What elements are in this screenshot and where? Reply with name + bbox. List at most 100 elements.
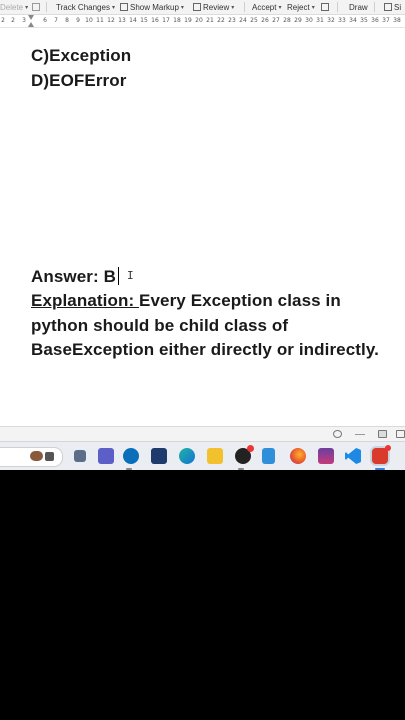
chevron-down-icon: ▾ (180, 4, 184, 11)
ruler-tick: 7 (54, 17, 58, 24)
print-layout-icon[interactable] (378, 430, 387, 438)
option-c: C)Exception (31, 46, 132, 65)
accept-button[interactable]: Accept ▾ (252, 1, 281, 13)
track-changes-label: Track Changes (56, 2, 110, 12)
simplified-button[interactable]: Si (384, 1, 401, 13)
explanation-line-1: Explanation: Every Exception class in (31, 291, 341, 311)
ruler-tick: 23 (228, 17, 236, 24)
ruler-tick: 13 (118, 17, 126, 24)
ruler-tick: 2 (11, 17, 15, 24)
notepad-icon[interactable] (262, 448, 275, 464)
accept-label: Accept (252, 2, 277, 12)
ruler-tick: 15 (140, 17, 148, 24)
ruler-tick: 6 (43, 17, 47, 24)
ruler-tick: 30 (305, 17, 313, 24)
store-icon[interactable] (151, 448, 167, 464)
review-label: Review (203, 2, 230, 12)
word-application-window: Delete ▾ Track Changes ▾ Show Markup ▾ Revi… (0, 0, 405, 471)
vscode-icon[interactable] (345, 448, 361, 464)
widget-icon (45, 452, 54, 461)
ruler-tick: 20 (195, 17, 203, 24)
obs-icon[interactable] (235, 445, 254, 464)
ruler-tick: 33 (338, 17, 346, 24)
chevron-down-icon: ▾ (311, 4, 315, 11)
ruler-tick: 29 (294, 17, 302, 24)
ruler-tick: 38 (393, 17, 401, 24)
explanation-line-3: BaseException either directly or indirec… (31, 340, 379, 359)
ruler-tick: 16 (151, 17, 159, 24)
simplify-icon (384, 3, 392, 11)
draw-button[interactable]: Draw (349, 1, 368, 13)
explanation-text-1: Every Exception class in (139, 291, 341, 310)
ruler-tick: 9 (76, 17, 80, 24)
delete-button[interactable]: Delete ▾ (0, 1, 28, 13)
ruler-tick: 2 (1, 17, 5, 24)
explanation-label: Explanation: (31, 291, 140, 310)
ruler-tick: 24 (239, 17, 247, 24)
web-layout-icon[interactable] (396, 430, 405, 438)
ruler-tick: 35 (360, 17, 368, 24)
folder-icon[interactable] (207, 448, 223, 464)
delete-label: Delete (0, 2, 24, 12)
ruler-tick: 22 (217, 17, 225, 24)
ruler-tick: 8 (65, 17, 69, 24)
search-box[interactable] (0, 447, 63, 467)
review-button[interactable]: Review ▾ (193, 1, 234, 13)
ruler-tick: 14 (129, 17, 137, 24)
ruler-tick: 18 (173, 17, 181, 24)
draw-label: Draw (349, 2, 368, 12)
review-pane-icon (193, 3, 201, 11)
review-ribbon: Delete ▾ Track Changes ▾ Show Markup ▾ Revi… (0, 0, 405, 15)
text-cursor (117, 267, 119, 285)
comment-icon[interactable] (32, 1, 40, 13)
comment-tool-icon[interactable] (321, 1, 329, 13)
ruler-tick: 25 (250, 17, 258, 24)
ruler-tick: 26 (261, 17, 269, 24)
ruler-tick: 28 (283, 17, 291, 24)
ruler-tick: 31 (316, 17, 324, 24)
ruler-tick: 37 (382, 17, 390, 24)
markup-icon (120, 3, 128, 11)
chevron-down-icon: ▾ (25, 4, 29, 11)
ruler-tick: 21 (206, 17, 214, 24)
ibeam-cursor-icon: I (127, 269, 134, 282)
status-bar (0, 426, 405, 442)
ruler-tick: 27 (272, 17, 280, 24)
file-manager-icon[interactable] (74, 450, 86, 462)
edge-icon[interactable] (179, 448, 195, 464)
answer-text: Answer: B (31, 267, 116, 286)
bread-icon (30, 451, 43, 461)
dell-icon[interactable] (123, 448, 139, 464)
ruler-tick: 10 (85, 17, 93, 24)
ruler-tick: 19 (184, 17, 192, 24)
ruler-tick: 36 (371, 17, 379, 24)
divider (355, 434, 365, 435)
ruler-tick: 32 (327, 17, 335, 24)
reject-button[interactable]: Reject ▾ (287, 1, 315, 13)
show-markup-button[interactable]: Show Markup ▾ (120, 1, 184, 13)
chevron-down-icon: ▾ (111, 4, 115, 11)
document-page[interactable]: C)Exception D)EOFError Answer: B I Expla… (0, 28, 405, 426)
reject-label: Reject (287, 2, 310, 12)
teams-icon[interactable] (98, 448, 114, 464)
horizontal-ruler[interactable]: 2 2 3 6 7 8 9 10 11 12 13 14 15 16 17 18… (0, 15, 405, 28)
indent-marker[interactable] (28, 15, 34, 27)
simplified-label: Si (394, 2, 402, 12)
firefox-icon[interactable] (290, 448, 306, 464)
windows-taskbar (0, 441, 405, 471)
track-changes-button[interactable]: Track Changes ▾ (56, 1, 115, 13)
option-d: D)EOFError (31, 71, 127, 90)
ruler-tick: 11 (96, 17, 104, 24)
answer-line: Answer: B (31, 267, 119, 287)
ruler-tick: 17 (162, 17, 170, 24)
show-markup-label: Show Markup (130, 2, 179, 12)
black-area (0, 470, 405, 720)
focus-icon[interactable] (333, 430, 342, 438)
chevron-down-icon: ▾ (278, 4, 282, 11)
wps-icon[interactable] (372, 445, 391, 464)
winrar-icon[interactable] (318, 448, 334, 464)
explanation-line-2: python should be child class of (31, 316, 289, 335)
ruler-tick: 34 (349, 17, 357, 24)
ruler-tick: 12 (107, 17, 115, 24)
chevron-down-icon: ▾ (231, 4, 235, 11)
